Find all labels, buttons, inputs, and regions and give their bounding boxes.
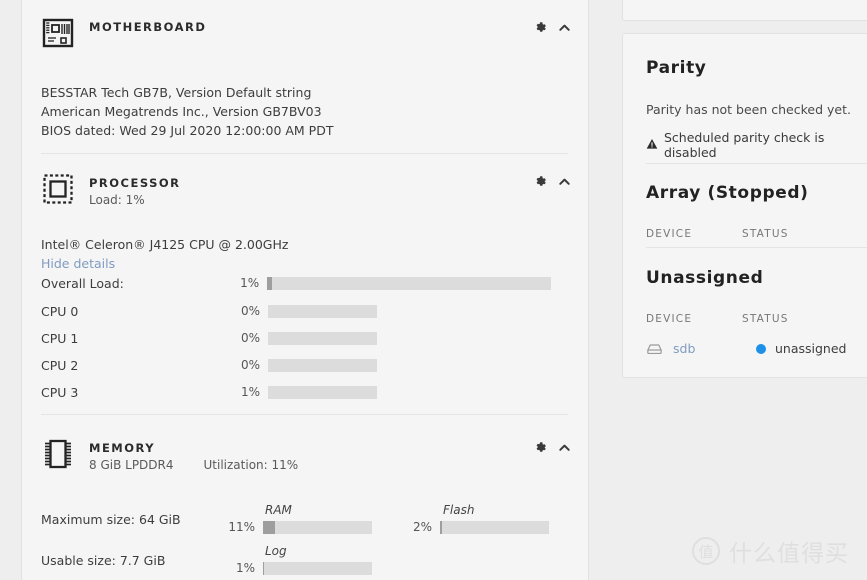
device-status: unassigned: [775, 341, 847, 356]
load-bar: [267, 276, 551, 290]
ram-gauge-pct: 11%: [228, 520, 255, 534]
motherboard-info: BESSTAR Tech GB7B, Version Default strin…: [41, 83, 333, 140]
load-pct: 0%: [240, 331, 260, 345]
divider-parity-array: [646, 163, 867, 164]
motherboard-line-1: BESSTAR Tech GB7B, Version Default strin…: [41, 85, 312, 100]
watermark-text: 什么值得买: [729, 541, 849, 567]
processor-load-summary: Load: 1%: [89, 193, 145, 207]
warning-triangle-icon: [646, 138, 658, 153]
memory-subtitle-row: 8 GiB LPDDR4 Utilization: 11%: [89, 455, 298, 474]
memory-title: MEMORY: [89, 441, 156, 455]
motherboard-line-2: American Megatrends Inc., Version GB7BV0…: [41, 104, 322, 119]
array-status-card: [622, 33, 867, 378]
motherboard-section-header: MOTHERBOARD: [41, 16, 206, 50]
array-column-device: DEVICE: [646, 228, 693, 240]
memory-utilization: Utilization: 11%: [203, 458, 299, 472]
ram-gauge-caption: RAM: [265, 503, 292, 517]
load-pct: 0%: [240, 358, 260, 372]
memory-icon: [41, 437, 75, 471]
divider-processor-memory: [41, 414, 568, 415]
ram-gauge-fill: [263, 520, 275, 534]
table-row[interactable]: sdb unassigned: [646, 341, 846, 356]
load-bar: [268, 385, 377, 399]
load-label: Overall Load:: [41, 275, 124, 291]
memory-max-size: Maximum size: 64 GiB: [41, 512, 181, 527]
gear-icon[interactable]: [534, 175, 547, 188]
memory-header-tools: [534, 440, 572, 455]
divider-motherboard-processor: [41, 153, 568, 154]
load-bar-fill: [267, 276, 273, 290]
hide-details-link[interactable]: Hide details: [41, 256, 115, 271]
watermark-badge: 值: [692, 537, 720, 565]
processor-model: Intel® Celeron® J4125 CPU @ 2.00GHz: [41, 237, 289, 252]
load-label: CPU 0: [41, 303, 79, 319]
motherboard-icon: [41, 16, 75, 50]
motherboard-header-tools: [534, 20, 572, 35]
load-label: CPU 2: [41, 357, 79, 373]
flash-gauge-pct: 2%: [412, 520, 432, 534]
gear-icon[interactable]: [534, 21, 547, 34]
divider-array-unassigned: [646, 247, 867, 248]
load-pct: 0%: [240, 304, 260, 318]
load-bar: [268, 304, 377, 318]
load-bar: [268, 331, 377, 345]
load-pct: 1%: [240, 276, 260, 290]
processor-title: PROCESSOR: [89, 176, 181, 190]
load-row-cpu1: CPU 1 0%: [41, 330, 381, 346]
load-label: CPU 3: [41, 384, 79, 400]
load-row-cpu2: CPU 2 0%: [41, 357, 381, 373]
motherboard-line-3: BIOS dated: Wed 29 Jul 2020 12:00:00 AM …: [41, 123, 334, 138]
unassigned-title: Unassigned: [646, 268, 764, 288]
processor-details: Intel® Celeron® J4125 CPU @ 2.00GHz Hide…: [41, 235, 288, 273]
parity-warning-text: Scheduled parity check is disabled: [664, 130, 825, 160]
flash-gauge-bar: [440, 520, 549, 534]
hard-drive-icon: [646, 342, 663, 356]
device-name[interactable]: sdb: [673, 341, 756, 356]
flash-gauge-fill: [440, 520, 442, 534]
chevron-up-icon[interactable]: [557, 20, 572, 35]
log-gauge-row: 1%: [222, 560, 372, 576]
right-upper-card: [622, 0, 867, 21]
dashboard-screen: MOTHERBOARD BESSTAR Tech GB7B, Version D…: [0, 0, 867, 580]
log-gauge-fill: [263, 561, 264, 575]
load-row-cpu0: CPU 0 0%: [41, 303, 381, 319]
load-bar: [268, 358, 377, 372]
cpu-icon: [41, 172, 75, 206]
array-title: Array (Stopped): [646, 183, 809, 203]
flash-gauge-caption: Flash: [443, 503, 475, 517]
log-gauge-bar: [263, 561, 372, 575]
memory-usable-size: Usable size: 7.7 GiB: [41, 553, 166, 568]
log-gauge-pct: 1%: [235, 561, 255, 575]
unassigned-column-status: STATUS: [742, 313, 789, 325]
motherboard-title: MOTHERBOARD: [89, 20, 207, 34]
processor-section-header: PROCESSOR Load: 1%: [41, 172, 181, 209]
flash-gauge-row: 2%: [402, 519, 549, 535]
load-pct: 1%: [240, 385, 260, 399]
parity-title: Parity: [646, 58, 707, 78]
chevron-up-icon[interactable]: [557, 440, 572, 455]
ram-gauge-row: 11%: [222, 519, 372, 535]
gear-icon[interactable]: [534, 441, 547, 454]
load-label: CPU 1: [41, 330, 79, 346]
array-column-status: STATUS: [742, 228, 789, 240]
load-row-overall: Overall Load: 1%: [41, 275, 551, 291]
chevron-up-icon[interactable]: [557, 174, 572, 189]
load-row-cpu3: CPU 3 1%: [41, 384, 381, 400]
processor-header-tools: [534, 174, 572, 189]
unassigned-column-device: DEVICE: [646, 313, 693, 325]
log-gauge-caption: Log: [265, 544, 287, 558]
ram-gauge-bar: [263, 520, 372, 534]
memory-section-header: MEMORY 8 GiB LPDDR4 Utilization: 11%: [41, 437, 298, 474]
parity-status-text: Parity has not been checked yet.: [646, 102, 851, 117]
parity-warning: Scheduled parity check is disabled: [646, 130, 867, 160]
memory-capacity: 8 GiB LPDDR4: [89, 458, 174, 472]
status-badge: [756, 343, 766, 354]
watermark: 值 什么值得买: [692, 534, 849, 568]
